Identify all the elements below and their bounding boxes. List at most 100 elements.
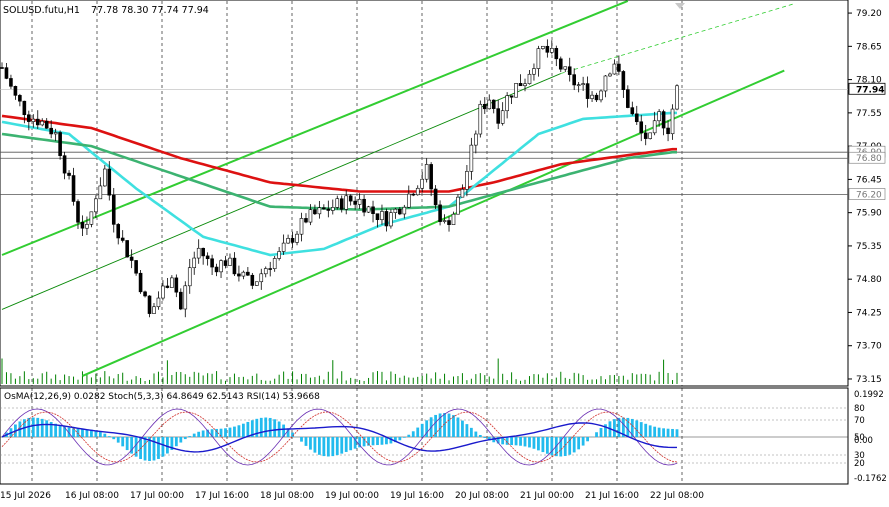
osma-bar [671, 428, 674, 437]
osma-bar [40, 418, 44, 437]
price-tick-label: 74.80 [856, 275, 882, 285]
osma-bar [380, 437, 384, 445]
candle-body [353, 200, 357, 205]
candle-body [44, 120, 49, 129]
osma-bar [537, 437, 540, 451]
osma-bar [179, 437, 183, 443]
osma-bar [58, 425, 62, 437]
candle-body [652, 120, 657, 134]
osma-bar [326, 437, 330, 457]
osma-bar [300, 437, 303, 442]
osma-bar [452, 415, 455, 437]
candle-body [634, 113, 639, 123]
osma-bar [510, 437, 514, 446]
osma-bar [335, 437, 339, 456]
candle-body [98, 185, 103, 200]
candle-body [617, 63, 621, 72]
candle-body [174, 277, 179, 293]
osma-bar [447, 413, 451, 437]
main-chart-frame [0, 0, 849, 387]
candle-body [402, 206, 407, 215]
osma-bar [648, 425, 652, 437]
candle-body [541, 45, 545, 49]
osma-bar [644, 423, 648, 437]
candle-body [576, 84, 581, 87]
candle-body [389, 212, 393, 227]
candle-body [567, 66, 572, 75]
osc-tick-label: 70 [854, 416, 865, 426]
candle-body [129, 256, 134, 261]
candle-body [138, 272, 143, 293]
osma-bar [572, 437, 576, 453]
candle-body [241, 271, 246, 277]
ohlc-values: 77.78 78.30 77.74 77.94 [91, 5, 209, 16]
osma-bar [519, 437, 522, 446]
osma-bar [116, 437, 120, 443]
osma-bar [577, 437, 581, 450]
candle-body [532, 68, 536, 75]
candle-body [666, 127, 670, 135]
osma-bar [157, 437, 160, 459]
candle-body [505, 95, 509, 112]
candle-body [585, 83, 590, 99]
osma-bar [241, 423, 245, 437]
price-tick-label: 75.35 [856, 242, 882, 252]
osma-bar [416, 427, 420, 437]
osma-bar [586, 437, 589, 442]
candle-body [563, 66, 568, 70]
candle-body [134, 260, 138, 274]
candle-body [514, 83, 518, 98]
candle-body [429, 164, 433, 190]
candle-body [643, 132, 648, 139]
candle-body [0, 67, 4, 69]
osma-bar [478, 434, 482, 437]
candle-body [335, 198, 340, 208]
chart-canvas[interactable]: 15 Jul 2026 16 Jul 08:00 17 Jul 00:00 17 Ju… [0, 0, 889, 507]
trading-chart[interactable]: 15 Jul 2026 16 Jul 08:00 17 Jul 00:00 17 Ju… [0, 0, 889, 507]
osma-bar [224, 428, 227, 437]
candle-body [246, 271, 250, 276]
time-axis-label: 18 Jul 08:00 [260, 491, 314, 501]
osma-bar [188, 436, 192, 437]
osma-bar [407, 434, 411, 437]
candle-body [469, 144, 474, 172]
candle-body [536, 48, 541, 69]
candle-body [205, 255, 210, 260]
time-axis-label: 16 Jul 08:00 [65, 491, 119, 501]
candle-body [545, 45, 550, 53]
candle-body [187, 267, 192, 287]
candle-body [165, 285, 170, 288]
candle-body [125, 240, 129, 258]
candle-body [527, 73, 532, 85]
osma-bar [469, 427, 473, 437]
candle-body [330, 207, 335, 211]
candle-body [447, 220, 451, 226]
candle-body [339, 198, 344, 210]
candle-body [103, 168, 107, 187]
candle-body [210, 258, 214, 268]
candle-body [420, 178, 424, 189]
candle-body [232, 257, 237, 275]
osma-bar [599, 428, 603, 437]
osma-bar [268, 417, 272, 437]
candle-body [357, 198, 362, 205]
candle-body [433, 188, 438, 206]
symbol-label: SOLUSD.futu,H1 [3, 5, 80, 16]
candle-body [147, 295, 152, 314]
candle-body [438, 204, 442, 222]
candle-body [375, 213, 380, 221]
osma-bar [666, 428, 670, 437]
candle-body [393, 208, 398, 213]
osma-bar [121, 437, 125, 447]
candle-body [366, 206, 371, 213]
candle-body [13, 86, 18, 96]
candle-body [398, 208, 402, 215]
osma-bar [81, 428, 84, 437]
candle-body [170, 277, 174, 288]
candle-body [558, 58, 563, 70]
candle-body [71, 175, 76, 202]
candle-body [460, 189, 465, 198]
osma-bar [309, 437, 312, 450]
candle-body [465, 171, 469, 190]
candle-body [259, 273, 264, 283]
